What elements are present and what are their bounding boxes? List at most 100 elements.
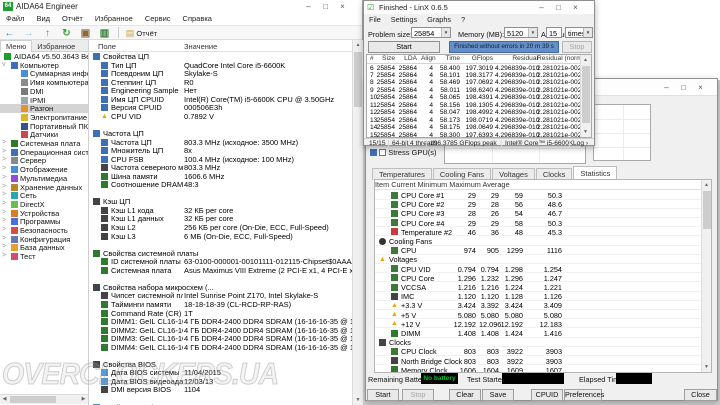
report-button[interactable]: ▤ Отчёт bbox=[126, 27, 157, 40]
linx-menu-settings[interactable]: Settings bbox=[386, 14, 422, 24]
tree-item-os[interactable]: > Операционная система bbox=[0, 148, 88, 157]
run-units-select[interactable]: times ▼ bbox=[565, 27, 593, 38]
stats-row--5-v[interactable]: ▲ +5 V 5.080 5.080 5.080 5.080 bbox=[375, 310, 701, 320]
scroll-up-icon[interactable]: ▲ bbox=[702, 180, 711, 190]
collapsed-arrow-icon[interactable]: > bbox=[2, 183, 6, 190]
collapsed-arrow-icon[interactable]: > bbox=[2, 148, 6, 155]
tree-item-dmi[interactable]: DMI bbox=[0, 87, 88, 96]
tree-item-configuration[interactable]: > Конфигурация bbox=[0, 235, 88, 244]
minimize-button[interactable]: – bbox=[658, 81, 675, 94]
cpuid-button[interactable]: CPUID bbox=[531, 389, 563, 401]
scrollbar-thumb[interactable] bbox=[10, 396, 56, 403]
linx-result-row[interactable]: 6 25854 25864 4 58.400 197.3019 4.296839e-010 2… bbox=[367, 65, 581, 72]
tree-item-devices[interactable]: > Устройства bbox=[0, 209, 88, 218]
problem-size-select[interactable]: 25854 ▼ bbox=[411, 27, 451, 38]
stop-button[interactable]: Stop bbox=[562, 41, 592, 53]
menu-item-справка[interactable]: Справка bbox=[177, 13, 218, 24]
stats-row-cpu-core-3[interactable]: CPU Core #3 28 26 54 46.7 bbox=[375, 209, 701, 218]
nav-tab-меню[interactable]: Меню bbox=[0, 40, 33, 52]
tree-item-summary[interactable]: Суммарная информация bbox=[0, 69, 88, 78]
stats-row-cpu-clock[interactable]: CPU Clock 803 803 3922 3903 bbox=[375, 347, 701, 356]
menu-item-вид[interactable]: Вид bbox=[30, 13, 56, 24]
linx-result-row[interactable]: 10 25854 25864 4 58.065 198.4391 4.296839e-010… bbox=[367, 94, 581, 101]
minimize-button[interactable]: – bbox=[300, 0, 317, 13]
collapsed-arrow-icon[interactable]: > bbox=[2, 209, 6, 216]
tree-item-display[interactable]: > Отображение bbox=[0, 165, 88, 174]
stats-vertical-scrollbar[interactable]: ▲ ▼ bbox=[701, 180, 711, 372]
minimize-button[interactable]: – bbox=[533, 1, 550, 14]
tree-item-security[interactable]: > Безопасность bbox=[0, 226, 88, 235]
clear-button[interactable]: Clear bbox=[449, 389, 481, 401]
stats-row--12-v[interactable]: ▲ +12 V 12.192 12.096 12.192 12.183 bbox=[375, 319, 701, 329]
stats-row-clocks[interactable]: Clocks bbox=[375, 338, 701, 347]
stats-row-cpu-core-1[interactable]: CPU Core #1 29 29 59 50.3 bbox=[375, 191, 701, 200]
tree-item-power[interactable]: Электропитание bbox=[0, 113, 88, 122]
linx-menu-file[interactable]: File bbox=[364, 14, 386, 24]
expanded-arrow-icon[interactable]: v bbox=[2, 61, 6, 68]
tree-item-laptop[interactable]: Портативный ПК bbox=[0, 122, 88, 131]
collapsed-arrow-icon[interactable]: > bbox=[2, 217, 6, 224]
save-button[interactable]: Save bbox=[482, 389, 514, 401]
close-button[interactable]: × bbox=[692, 81, 709, 94]
menu-item-отчёт[interactable]: Отчёт bbox=[56, 13, 89, 24]
maximize-button[interactable]: □ bbox=[550, 1, 567, 14]
stats-row-imc[interactable]: IMC 1.120 1.120 1.128 1.126 bbox=[375, 292, 701, 301]
menu-item-сервис[interactable]: Сервис bbox=[139, 13, 177, 24]
tree-item-network[interactable]: > Сеть bbox=[0, 191, 88, 200]
collapsed-arrow-icon[interactable]: > bbox=[2, 174, 6, 181]
stats-row-temperature-2[interactable]: Temperature #2 46 36 48 45.3 bbox=[375, 227, 701, 237]
column-value[interactable]: Значение bbox=[184, 42, 217, 51]
collapsed-arrow-icon[interactable]: > bbox=[2, 252, 6, 259]
field-row[interactable]: ▲ CPU VID 0.7892 V bbox=[89, 112, 352, 121]
collapsed-arrow-icon[interactable]: > bbox=[2, 191, 6, 198]
back-icon[interactable]: ← bbox=[0, 27, 19, 40]
monitor-icon[interactable]: ▥ bbox=[95, 27, 114, 40]
tree-item-computer[interactable]: v Компьютер bbox=[0, 61, 88, 70]
scroll-up-icon[interactable]: ▲ bbox=[353, 40, 363, 50]
forward-icon[interactable]: → bbox=[19, 27, 38, 40]
stats-row-cpu-core[interactable]: CPU Core 1.296 1.232 1.296 1.247 bbox=[375, 273, 701, 283]
column-field[interactable]: Поле bbox=[98, 42, 116, 51]
stats-row-north-bridge-clock[interactable]: North Bridge Clock 803 803 3922 3903 bbox=[375, 356, 701, 366]
tree-item-multimedia[interactable]: > Мультимедиа bbox=[0, 174, 88, 183]
close-button[interactable]: × bbox=[567, 1, 584, 14]
tab-statistics[interactable]: Statistics bbox=[573, 166, 618, 179]
stats-row-voltages[interactable]: ▲ Voltages bbox=[375, 255, 701, 264]
collapsed-arrow-icon[interactable]: > bbox=[2, 165, 6, 172]
linx-result-row[interactable]: 9 25854 25864 4 58.011 198.6240 4.296839e-010 2… bbox=[367, 87, 581, 94]
stats-row-memory-clock[interactable]: Memory Clock 1606 1604 1609 1607 bbox=[375, 365, 701, 372]
field-row[interactable]: Системная плата Asus Maximus VIII Extreme… bbox=[89, 266, 352, 275]
collapsed-arrow-icon[interactable]: > bbox=[2, 243, 6, 250]
refresh-icon[interactable]: ↻ bbox=[57, 27, 76, 40]
linx-menu-graphs[interactable]: Graphs bbox=[422, 14, 456, 24]
close-button[interactable]: × bbox=[334, 0, 351, 13]
linx-result-row[interactable]: 13 25854 25864 4 58.173 198.0719 4.296839e-010… bbox=[367, 117, 581, 124]
stats-row-dimm[interactable]: DIMM 1.408 1.408 1.424 1.416 bbox=[375, 329, 701, 338]
tree-item-overclock[interactable]: Разгон bbox=[0, 104, 88, 114]
tree-item-computer-name[interactable]: Имя компьютера bbox=[0, 78, 88, 87]
collapsed-arrow-icon[interactable]: > bbox=[2, 235, 6, 242]
up-icon[interactable]: ↑ bbox=[38, 27, 57, 40]
fields-vertical-scrollbar[interactable]: ▲ ▼ bbox=[352, 40, 363, 405]
stats-row-cpu-vid[interactable]: CPU VID 0.794 0.794 1.298 1.254 bbox=[375, 264, 701, 274]
collapsed-arrow-icon[interactable]: > bbox=[2, 139, 6, 146]
tree-item-programs[interactable]: > Программы bbox=[0, 217, 88, 226]
scroll-down-icon[interactable]: ▼ bbox=[353, 395, 363, 405]
memory-select[interactable]: 5120 ▼ bbox=[504, 27, 538, 38]
linx-result-row[interactable]: 11 25854 25864 4 58.156 198.1305 4.296839e-010… bbox=[367, 102, 581, 109]
field-row[interactable]: Соотношение DRAM:FSB48:3 bbox=[89, 180, 352, 189]
stop-button[interactable]: Stop bbox=[402, 389, 434, 401]
run-count-select[interactable]: 15 bbox=[546, 27, 562, 38]
scroll-up-icon[interactable]: ▲ bbox=[581, 55, 590, 65]
tree-item-directx[interactable]: > DirectX bbox=[0, 200, 88, 209]
scroll-down-icon[interactable]: ▼ bbox=[581, 127, 590, 137]
menu-item-избранное[interactable]: Избранное bbox=[89, 13, 139, 24]
stats-row-cpu-core-2[interactable]: CPU Core #2 29 28 56 48.6 bbox=[375, 200, 701, 209]
collapsed-arrow-icon[interactable]: > bbox=[2, 156, 6, 163]
scroll-left-icon[interactable]: ◀ bbox=[0, 395, 9, 404]
scrollbar-thumb[interactable] bbox=[354, 52, 362, 107]
preferences-button[interactable]: Preferences bbox=[564, 389, 604, 401]
tree-item-ipmi[interactable]: IPMI bbox=[0, 96, 88, 105]
tree-item-motherboard[interactable]: > Системная плата bbox=[0, 139, 88, 148]
start-button[interactable]: Start bbox=[367, 389, 399, 401]
